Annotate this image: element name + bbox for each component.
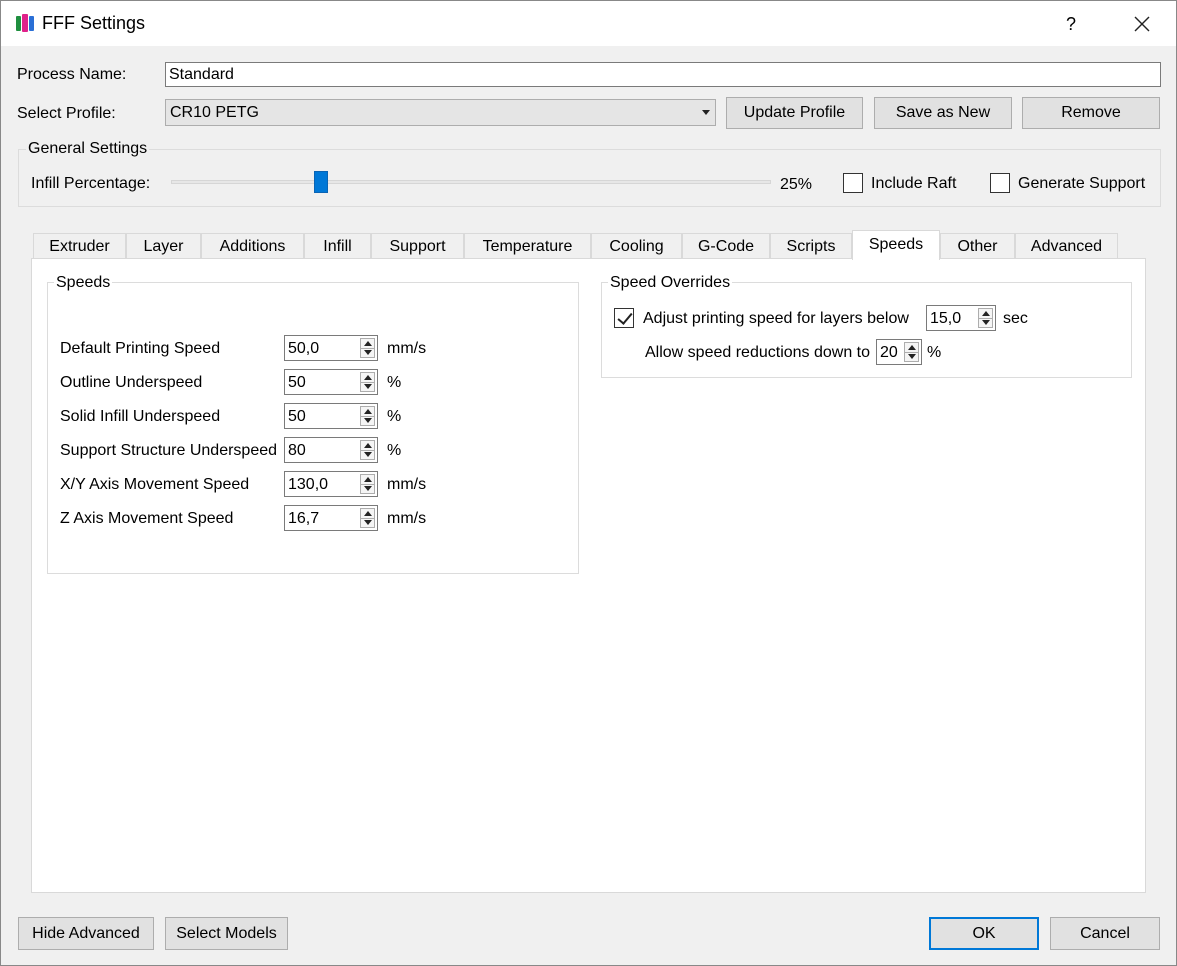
save-as-new-button[interactable]: Save as New: [874, 97, 1012, 129]
fff-settings-app-icon: [16, 14, 34, 32]
update-profile-button[interactable]: Update Profile: [726, 97, 863, 129]
hide-advanced-label: Hide Advanced: [32, 925, 140, 942]
allow-speed-reductions-label: Allow speed reductions down to: [645, 344, 871, 361]
xy-axis-movement-speed-unit: mm/s: [387, 476, 427, 493]
ok-label: OK: [972, 925, 996, 942]
tab-cooling[interactable]: Cooling: [591, 233, 682, 259]
tab-extruder[interactable]: Extruder: [33, 233, 126, 259]
remove-label: Remove: [1061, 104, 1121, 121]
update-profile-label: Update Profile: [743, 104, 846, 121]
hide-advanced-button[interactable]: Hide Advanced: [18, 917, 154, 950]
spin-arrows-icon[interactable]: [360, 372, 375, 392]
speeds-tab-pane: Speeds Default Printing Speed 50,0 mm/s …: [31, 258, 1146, 893]
xy-axis-movement-speed-value: 130,0: [288, 476, 329, 493]
speed-overrides-group: [601, 282, 1132, 378]
support-structure-underspeed-unit: %: [387, 442, 402, 459]
infill-percentage-label: Infill Percentage:: [31, 175, 151, 192]
process-name-label: Process Name:: [17, 66, 127, 83]
spin-arrows-icon[interactable]: [360, 508, 375, 528]
chevron-down-icon: [702, 110, 710, 115]
cancel-button[interactable]: Cancel: [1050, 917, 1160, 950]
include-raft-label: Include Raft: [871, 175, 957, 192]
fff-settings-dialog: FFF Settings ? Process Name: Standard Se…: [0, 0, 1177, 966]
include-raft-checkbox[interactable]: [843, 173, 863, 193]
spin-arrows-icon[interactable]: [360, 474, 375, 494]
outline-underspeed-label: Outline Underspeed: [60, 374, 203, 391]
spin-arrows-icon[interactable]: [360, 406, 375, 426]
solid-infill-underspeed-label: Solid Infill Underspeed: [60, 408, 221, 425]
speed-reduction-unit: %: [927, 344, 942, 361]
solid-infill-underspeed-spinbox[interactable]: 50: [284, 403, 378, 429]
z-axis-movement-speed-value: 16,7: [288, 510, 320, 527]
default-printing-speed-value: 50,0: [288, 340, 320, 357]
outline-underspeed-value: 50: [288, 374, 306, 391]
adjust-printing-speed-checkbox[interactable]: [614, 308, 634, 328]
title-bar: FFF Settings ?: [1, 1, 1176, 46]
default-printing-speed-spinbox[interactable]: 50,0: [284, 335, 378, 361]
spin-arrows-icon[interactable]: [360, 338, 375, 358]
speed-reduction-value: 20: [880, 344, 898, 361]
infill-percentage-value: 25%: [780, 176, 813, 193]
process-name-input[interactable]: Standard: [165, 62, 1161, 87]
close-icon: [1134, 16, 1150, 32]
xy-axis-movement-speed-spinbox[interactable]: 130,0: [284, 471, 378, 497]
solid-infill-underspeed-unit: %: [387, 408, 402, 425]
support-structure-underspeed-spinbox[interactable]: 80: [284, 437, 378, 463]
profile-dropdown-value: CR10 PETG: [170, 104, 259, 121]
spin-arrows-icon[interactable]: [904, 342, 919, 362]
z-axis-movement-speed-spinbox[interactable]: 16,7: [284, 505, 378, 531]
save-as-new-label: Save as New: [895, 104, 991, 121]
adjust-printing-speed-label: Adjust printing speed for layers below: [643, 310, 909, 327]
solid-infill-underspeed-value: 50: [288, 408, 306, 425]
cancel-label: Cancel: [1080, 925, 1130, 942]
ok-button[interactable]: OK: [929, 917, 1039, 950]
tab-support[interactable]: Support: [371, 233, 464, 259]
tab-additions[interactable]: Additions: [201, 233, 304, 259]
outline-underspeed-spinbox[interactable]: 50: [284, 369, 378, 395]
profile-dropdown[interactable]: CR10 PETG: [165, 99, 716, 126]
z-axis-movement-speed-label: Z Axis Movement Speed: [60, 510, 234, 527]
adjust-layer-time-spinbox[interactable]: 15,0: [926, 305, 996, 331]
generate-support-checkbox[interactable]: [990, 173, 1010, 193]
generate-support-label: Generate Support: [1018, 175, 1146, 192]
support-structure-underspeed-label: Support Structure Underspeed: [60, 442, 278, 459]
tab-speeds[interactable]: Speeds: [852, 230, 940, 260]
tab-infill[interactable]: Infill: [304, 233, 371, 259]
speed-reduction-spinbox[interactable]: 20: [876, 339, 922, 365]
tab-scripts[interactable]: Scripts: [770, 233, 852, 259]
support-structure-underspeed-value: 80: [288, 442, 306, 459]
default-printing-speed-label: Default Printing Speed: [60, 340, 221, 357]
z-axis-movement-speed-unit: mm/s: [387, 510, 427, 527]
spin-arrows-icon[interactable]: [978, 308, 993, 328]
adjust-layer-time-unit: sec: [1003, 310, 1028, 327]
remove-button[interactable]: Remove: [1022, 97, 1160, 129]
xy-axis-movement-speed-label: X/Y Axis Movement Speed: [60, 476, 250, 493]
tab-temperature[interactable]: Temperature: [464, 233, 591, 259]
spin-arrows-icon[interactable]: [360, 440, 375, 460]
help-button[interactable]: ?: [1053, 7, 1089, 41]
adjust-layer-time-value: 15,0: [930, 310, 962, 327]
select-models-label: Select Models: [176, 925, 277, 942]
general-settings-title: General Settings: [26, 140, 150, 158]
select-models-button[interactable]: Select Models: [165, 917, 288, 950]
tab-advanced[interactable]: Advanced: [1015, 233, 1118, 259]
tab-g-code[interactable]: G-Code: [682, 233, 770, 259]
default-printing-speed-unit: mm/s: [387, 340, 427, 357]
infill-slider-track[interactable]: [171, 180, 771, 184]
outline-underspeed-unit: %: [387, 374, 402, 391]
select-profile-label: Select Profile:: [17, 105, 116, 122]
infill-slider-handle[interactable]: [314, 171, 328, 193]
speed-overrides-title: Speed Overrides: [608, 274, 733, 292]
close-button[interactable]: [1121, 7, 1163, 41]
speeds-group-title: Speeds: [54, 274, 113, 292]
window-title: FFF Settings: [42, 13, 146, 33]
tab-other[interactable]: Other: [940, 233, 1015, 259]
tab-layer[interactable]: Layer: [126, 233, 201, 259]
